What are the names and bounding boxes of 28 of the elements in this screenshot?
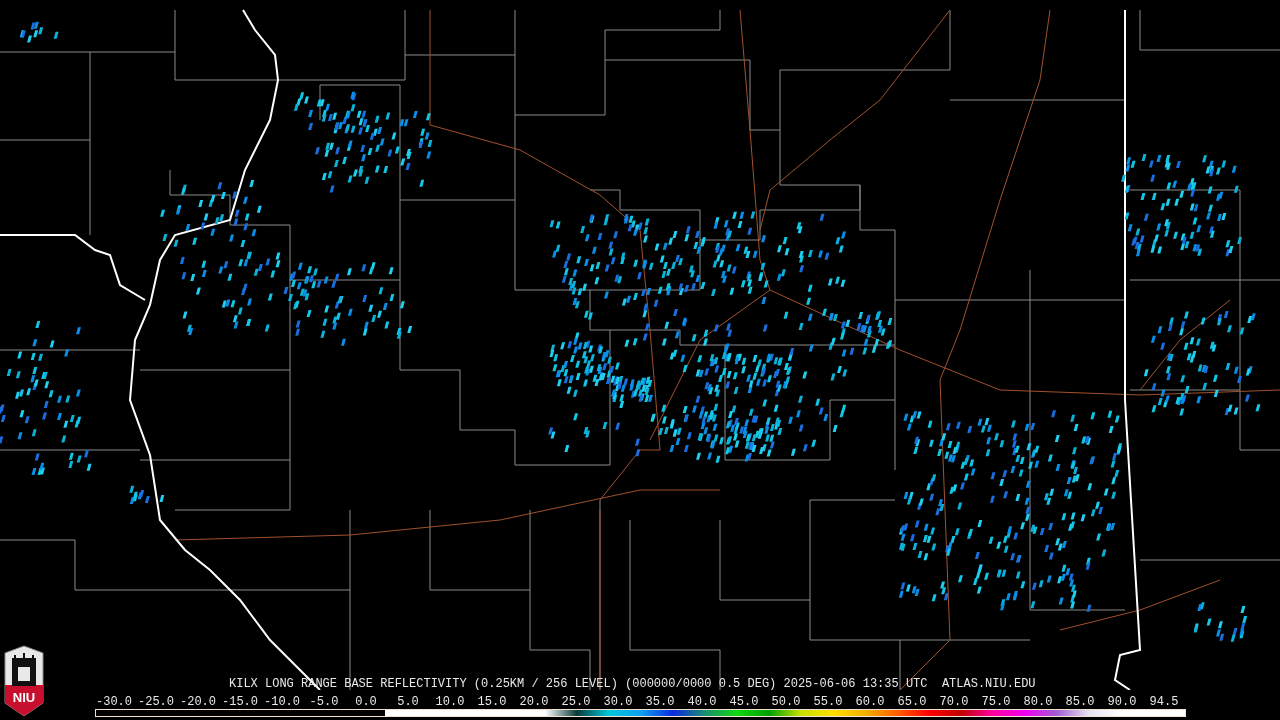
shield-logo-icon <box>3 645 45 717</box>
scale-label: -15.0 <box>221 696 259 709</box>
scale-label: 10.0 <box>434 696 466 709</box>
scale-label: 65.0 <box>896 696 928 709</box>
scale-label: 80.0 <box>1022 696 1054 709</box>
scale-label: -10.0 <box>263 696 301 709</box>
scale-label: 50.0 <box>770 696 802 709</box>
scale-label: 5.0 <box>396 696 420 709</box>
scale-label: 60.0 <box>854 696 886 709</box>
scale-label: 55.0 <box>812 696 844 709</box>
scale-label: 40.0 <box>686 696 718 709</box>
scale-label: -25.0 <box>137 696 175 709</box>
scale-label: 70.0 <box>938 696 970 709</box>
scale-label: 94.5 <box>1148 696 1180 709</box>
logo-text: NIU <box>11 691 37 704</box>
scale-label: 75.0 <box>980 696 1012 709</box>
scale-label: 15.0 <box>476 696 508 709</box>
scale-label: -20.0 <box>179 696 217 709</box>
scale-label: 35.0 <box>644 696 676 709</box>
scale-label: 0.0 <box>354 696 378 709</box>
scale-label: 25.0 <box>560 696 592 709</box>
scale-label: 85.0 <box>1064 696 1096 709</box>
scale-label: 20.0 <box>518 696 550 709</box>
scale-label: -30.0 <box>95 696 133 709</box>
scale-label: 45.0 <box>728 696 760 709</box>
scale-label: -5.0 <box>308 696 340 709</box>
scale-label: 90.0 <box>1106 696 1138 709</box>
scale-label: 30.0 <box>602 696 634 709</box>
